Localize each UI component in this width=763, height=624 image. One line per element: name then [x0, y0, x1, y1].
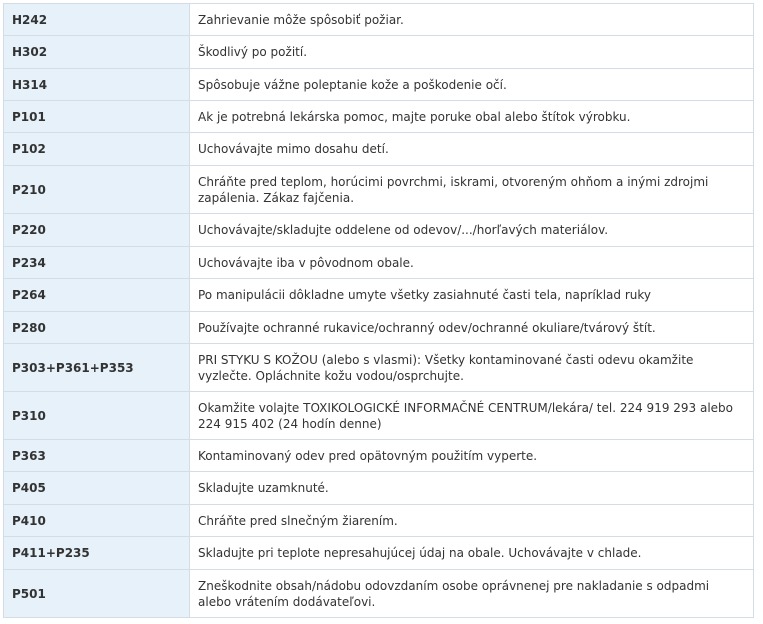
table-row: P303+P361+P353 PRI STYKU S KOŽOU (alebo …: [3, 343, 754, 392]
statement-text: Uchovávajte mimo dosahu detí.: [189, 132, 754, 166]
statement-text: Zneškodnite obsah/nádobu odovzdaním osob…: [189, 569, 754, 618]
statement-text: PRI STYKU S KOŽOU (alebo s vlasmi): Všet…: [189, 343, 754, 392]
statement-code: P234: [3, 246, 190, 279]
statement-code: H314: [3, 68, 190, 101]
table-row: H242 Zahrievanie môže spôsobiť požiar.: [3, 3, 754, 36]
statement-code: H242: [3, 3, 190, 36]
statement-text: Používajte ochranné rukavice/ochranný od…: [189, 311, 754, 344]
statement-code: P102: [3, 132, 190, 166]
statement-code: P363: [3, 439, 190, 472]
statement-code: P411+P235: [3, 536, 190, 570]
table-row: H302 Škodlivý po požití.: [3, 35, 754, 69]
statement-text: Uchovávajte iba v pôvodnom obale.: [189, 246, 754, 279]
statement-code: P405: [3, 471, 190, 505]
statement-text: Po manipulácii dôkladne umyte všetky zas…: [189, 278, 754, 312]
statement-text: Skladujte pri teplote nepresahujúcej úda…: [189, 536, 754, 570]
table-row: P102 Uchovávajte mimo dosahu detí.: [3, 132, 754, 166]
statement-code: H302: [3, 35, 190, 69]
table-row: P280 Používajte ochranné rukavice/ochran…: [3, 311, 754, 344]
statement-text: Ak je potrebná lekárska pomoc, majte por…: [189, 100, 754, 133]
statement-code: P303+P361+P353: [3, 343, 190, 392]
table-row: P264 Po manipulácii dôkladne umyte všetk…: [3, 278, 754, 312]
statement-text: Okamžite volajte TOXIKOLOGICKÉ INFORMAČN…: [189, 391, 754, 440]
statement-code: P220: [3, 213, 190, 247]
statement-text: Škodlivý po požití.: [189, 35, 754, 69]
statement-text: Zahrievanie môže spôsobiť požiar.: [189, 3, 754, 36]
statement-code: P310: [3, 391, 190, 440]
table-row: P501 Zneškodnite obsah/nádobu odovzdaním…: [3, 569, 754, 618]
statement-text: Uchovávajte/skladujte oddelene od odevov…: [189, 213, 754, 247]
statement-code: P501: [3, 569, 190, 618]
table-row: P220 Uchovávajte/skladujte oddelene od o…: [3, 213, 754, 247]
table-row: P310 Okamžite volajte TOXIKOLOGICKÉ INFO…: [3, 391, 754, 440]
table-row: P410 Chráňte pred slnečným žiarením.: [3, 504, 754, 537]
statement-code: P280: [3, 311, 190, 344]
statement-text: Chráňte pred teplom, horúcimi povrchmi, …: [189, 165, 754, 214]
table-row: H314 Spôsobuje vážne poleptanie kože a p…: [3, 68, 754, 101]
table-row: P234 Uchovávajte iba v pôvodnom obale.: [3, 246, 754, 279]
table-row: P411+P235 Skladujte pri teplote nepresah…: [3, 536, 754, 570]
statement-code: P264: [3, 278, 190, 312]
statement-code: P101: [3, 100, 190, 133]
statement-code: P210: [3, 165, 190, 214]
table-row: P363 Kontaminovaný odev pred opätovným p…: [3, 439, 754, 472]
statement-text: Skladujte uzamknuté.: [189, 471, 754, 505]
statement-code: P410: [3, 504, 190, 537]
table-row: P101 Ak je potrebná lekárska pomoc, majt…: [3, 100, 754, 133]
hazard-statements-table-wrapper: H242 Zahrievanie môže spôsobiť požiar. H…: [3, 3, 754, 618]
statement-text: Spôsobuje vážne poleptanie kože a poškod…: [189, 68, 754, 101]
statement-text: Chráňte pred slnečným žiarením.: [189, 504, 754, 537]
hazard-statements-table: H242 Zahrievanie môže spôsobiť požiar. H…: [3, 3, 754, 618]
table-row: P405 Skladujte uzamknuté.: [3, 471, 754, 505]
statement-text: Kontaminovaný odev pred opätovným použit…: [189, 439, 754, 472]
table-row: P210 Chráňte pred teplom, horúcimi povrc…: [3, 165, 754, 214]
